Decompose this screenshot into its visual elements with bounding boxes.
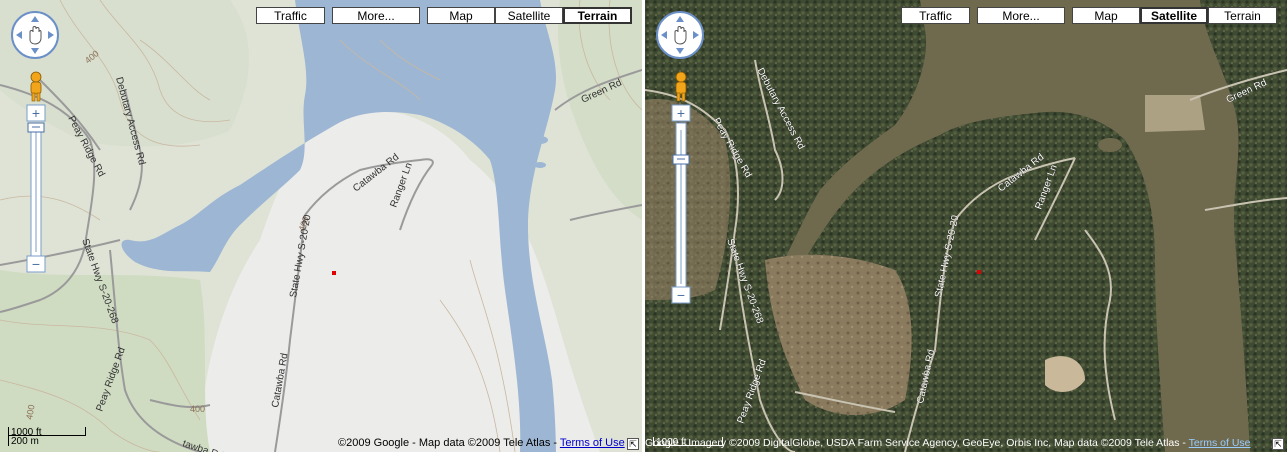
pegman-icon[interactable] — [30, 71, 42, 102]
sat-copyright-label: Google - Imagery ©2009 DigitalGlobe, USD… — [645, 437, 1189, 449]
pan-control[interactable] — [10, 10, 60, 60]
sat-zoom-out-icon[interactable]: − — [671, 286, 691, 304]
sat-map-type-satellite-button[interactable]: Satellite — [1140, 7, 1208, 24]
sat-map-type-terrain-button[interactable]: Terrain — [1208, 7, 1277, 24]
sat-copyright-text: Google - Imagery ©2009 DigitalGlobe, USD… — [645, 437, 1251, 449]
svg-text:−: − — [32, 256, 40, 272]
satellite-map[interactable]: Debutary Access Rd Peay Ridge Rd State H… — [645, 0, 1287, 452]
terrain-map[interactable]: 400 400 400 400 Debutary Access Rd Peay … — [0, 0, 642, 452]
traffic-button[interactable]: Traffic — [256, 7, 325, 24]
map-type-terrain-button[interactable]: Terrain — [563, 7, 632, 24]
map-type-satellite-button[interactable]: Satellite — [495, 7, 563, 24]
satellite-map-canvas: Debutary Access Rd Peay Ridge Rd State H… — [645, 0, 1287, 452]
sat-corner-arrow-icon[interactable]: ⇱ — [1272, 438, 1284, 450]
scale-meters: 200 m — [8, 436, 86, 447]
sat-terms-of-use-link[interactable]: Terms of Use — [1189, 437, 1251, 449]
zoom-control[interactable]: + − — [24, 70, 48, 275]
corner-arrow-icon[interactable]: ⇱ — [627, 438, 639, 450]
sat-pegman-icon[interactable] — [675, 71, 687, 102]
sat-more-button[interactable]: More... — [977, 7, 1065, 24]
map-type-map-button[interactable]: Map — [427, 7, 495, 24]
terms-of-use-link[interactable]: Terms of Use — [560, 437, 625, 449]
copyright-text: ©2009 Google - Map data ©2009 Tele Atlas… — [338, 437, 625, 449]
scale-feet: 1000 ft — [8, 427, 86, 438]
sat-zoom-control[interactable]: + − — [669, 70, 693, 308]
sat-zoom-in-icon[interactable]: + — [671, 104, 691, 122]
scale-bar: 1000 ft 200 m — [8, 427, 86, 447]
svg-text:−: − — [677, 287, 685, 303]
location-marker — [332, 271, 336, 275]
more-button[interactable]: More... — [332, 7, 420, 24]
sat-map-type-map-button[interactable]: Map — [1072, 7, 1140, 24]
contour-label-4: 400 — [190, 404, 205, 414]
svg-text:+: + — [32, 105, 40, 121]
svg-text:+: + — [677, 105, 685, 121]
sat-traffic-button[interactable]: Traffic — [901, 7, 970, 24]
copyright-label: ©2009 Google - Map data ©2009 Tele Atlas… — [338, 437, 560, 449]
sat-pan-control[interactable] — [655, 10, 705, 60]
zoom-in-icon[interactable]: + — [26, 104, 46, 122]
sat-location-marker — [977, 270, 981, 274]
terrain-map-canvas: 400 400 400 400 Debutary Access Rd Peay … — [0, 0, 642, 452]
zoom-out-icon[interactable]: − — [26, 255, 46, 273]
